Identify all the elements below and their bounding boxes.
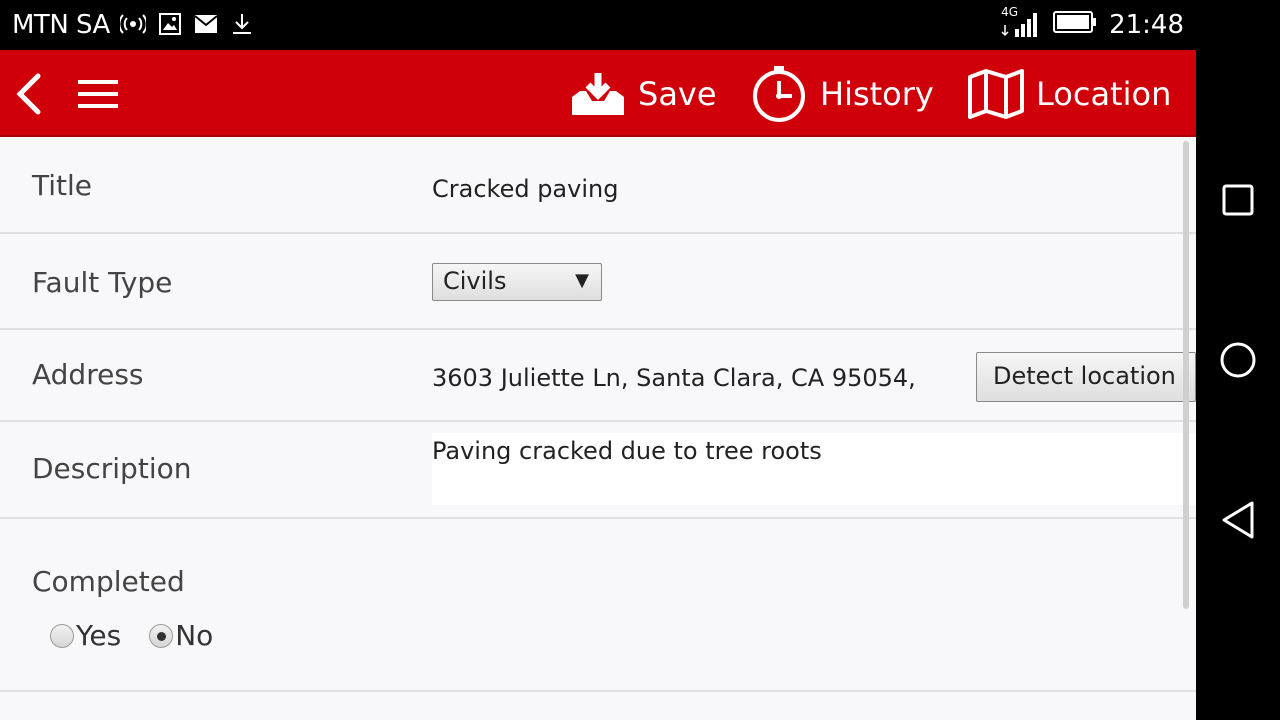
clock: 21:48 — [1109, 10, 1184, 40]
completed-no-radio[interactable] — [149, 623, 174, 648]
square-icon — [1222, 184, 1254, 216]
system-status: 4G 21:48 — [1001, 5, 1184, 40]
carrier-name: MTN SA — [12, 10, 110, 40]
completed-row: Completed — [0, 519, 1196, 692]
mail-icon — [194, 13, 218, 39]
dropdown-arrow-icon: ▼ — [575, 270, 589, 291]
history-button[interactable]: History — [750, 64, 934, 124]
address-field[interactable]: 3603 Juliette Ln, Santa Clara, CA 95054, — [432, 364, 916, 392]
location-button[interactable]: Location — [968, 64, 1171, 124]
completed-yes-radio[interactable] — [50, 623, 74, 648]
completed-yes-label[interactable]: Yes — [76, 619, 121, 652]
description-label: Description — [32, 452, 192, 485]
title-label: Title — [32, 169, 93, 202]
completed-no-label[interactable]: No — [175, 619, 213, 652]
recents-button[interactable] — [1216, 178, 1260, 222]
hamburger-icon — [78, 80, 118, 108]
history-label: History — [820, 75, 934, 113]
system-nav-bar — [1196, 0, 1280, 720]
image-icon — [158, 12, 182, 40]
title-field[interactable]: Cracked paving — [432, 175, 618, 203]
detect-location-button[interactable]: Detect location — [976, 352, 1196, 402]
circle-icon — [1220, 342, 1256, 378]
battery-icon — [1053, 10, 1097, 40]
scrollbar[interactable] — [1183, 141, 1189, 609]
completed-radio-group: Yes No — [50, 619, 241, 652]
hotspot-icon — [118, 13, 148, 39]
back-nav-button[interactable] — [1216, 498, 1260, 542]
chevron-left-icon — [16, 73, 41, 115]
triangle-back-icon — [1222, 501, 1254, 539]
map-icon — [968, 69, 1024, 119]
description-text: Paving cracked due to tree roots — [432, 437, 822, 465]
save-download-icon — [570, 71, 626, 117]
fault-form: Title Cracked paving Fault Type Civils ▼… — [0, 137, 1196, 720]
title-row: Title Cracked paving — [0, 137, 1196, 234]
clock-icon — [750, 65, 808, 123]
download-icon — [230, 12, 254, 40]
location-label: Location — [1036, 75, 1172, 113]
notification-icons — [118, 12, 254, 40]
back-button[interactable] — [12, 70, 48, 118]
address-label: Address — [32, 358, 144, 391]
fault-type-label: Fault Type — [32, 266, 173, 299]
completed-label: Completed — [32, 565, 185, 598]
menu-button[interactable] — [76, 76, 120, 112]
save-button[interactable]: Save — [570, 64, 717, 124]
save-label: Save — [638, 75, 717, 113]
home-button[interactable] — [1216, 338, 1260, 382]
app-bar: Save History Location — [0, 50, 1196, 137]
status-bar: MTN SA 4G 21:48 — [0, 0, 1196, 50]
signal-icon: 4G — [1001, 5, 1041, 39]
description-textarea[interactable]: Paving cracked due to tree roots — [432, 433, 1196, 505]
fault-type-select[interactable]: Civils ▼ — [432, 263, 602, 301]
fault-type-selected: Civils — [443, 267, 507, 295]
